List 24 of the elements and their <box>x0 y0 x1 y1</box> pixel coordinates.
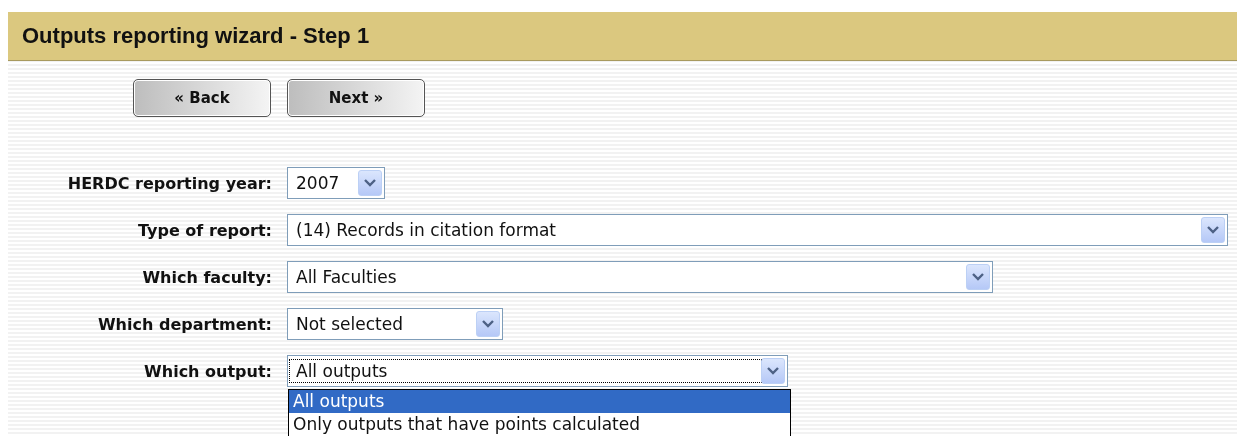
chevron-down-icon <box>364 179 376 187</box>
field-label: Which output: <box>143 361 272 381</box>
dropdown-select[interactable]: 2007 <box>287 167 385 199</box>
dropdown-option[interactable]: All outputs <box>289 390 790 413</box>
chevron-down-icon <box>1207 226 1219 234</box>
chevron-down-icon <box>767 367 779 375</box>
dropdown-select[interactable]: All Faculties <box>287 261 993 293</box>
back-button[interactable]: « Back <box>133 79 271 117</box>
dropdown-select[interactable]: Not selected <box>287 308 503 340</box>
field-label: Which faculty: <box>141 267 272 287</box>
dropdown-button[interactable] <box>966 264 990 290</box>
field-label: HERDC reporting year: <box>66 173 272 193</box>
field-label: Which department: <box>96 314 272 334</box>
dropdown-button[interactable] <box>476 311 500 337</box>
chevron-down-icon <box>972 273 984 281</box>
page-title: Outputs reporting wizard - Step 1 <box>8 12 1237 61</box>
dropdown-button[interactable] <box>1201 217 1225 243</box>
dropdown-select[interactable]: (14) Records in citation format <box>287 214 1228 246</box>
chevron-down-icon <box>482 320 494 328</box>
next-button[interactable]: Next » <box>287 79 425 117</box>
dropdown-button[interactable] <box>358 170 382 196</box>
dropdown-button[interactable] <box>761 358 785 384</box>
dropdown-select[interactable]: All outputs <box>287 355 788 387</box>
field-label: Type of report: <box>137 220 272 240</box>
